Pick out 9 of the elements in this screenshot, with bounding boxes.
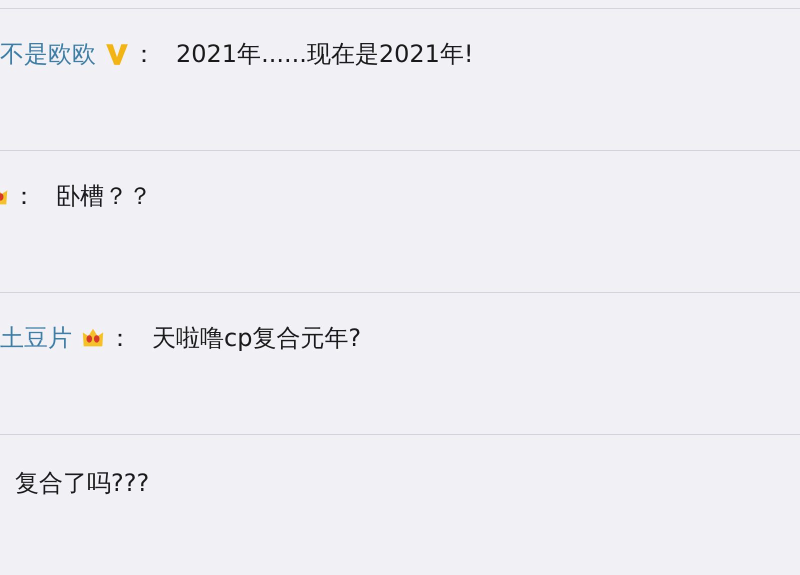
- username-link[interactable]: 不是欧欧: [0, 39, 96, 69]
- comment-text: 2021年......现在是2021年!: [176, 39, 474, 69]
- colon-separator: ：: [108, 323, 132, 353]
- colon-separator: ：: [132, 39, 156, 69]
- username-link[interactable]: 土豆片: [0, 323, 72, 353]
- colon-separator: ：: [12, 181, 36, 211]
- comment-text: 卧槽？？: [56, 181, 152, 211]
- comment-text: 天啦噜cp复合元年?: [152, 323, 362, 353]
- comment-text: 复合了吗???: [15, 468, 150, 498]
